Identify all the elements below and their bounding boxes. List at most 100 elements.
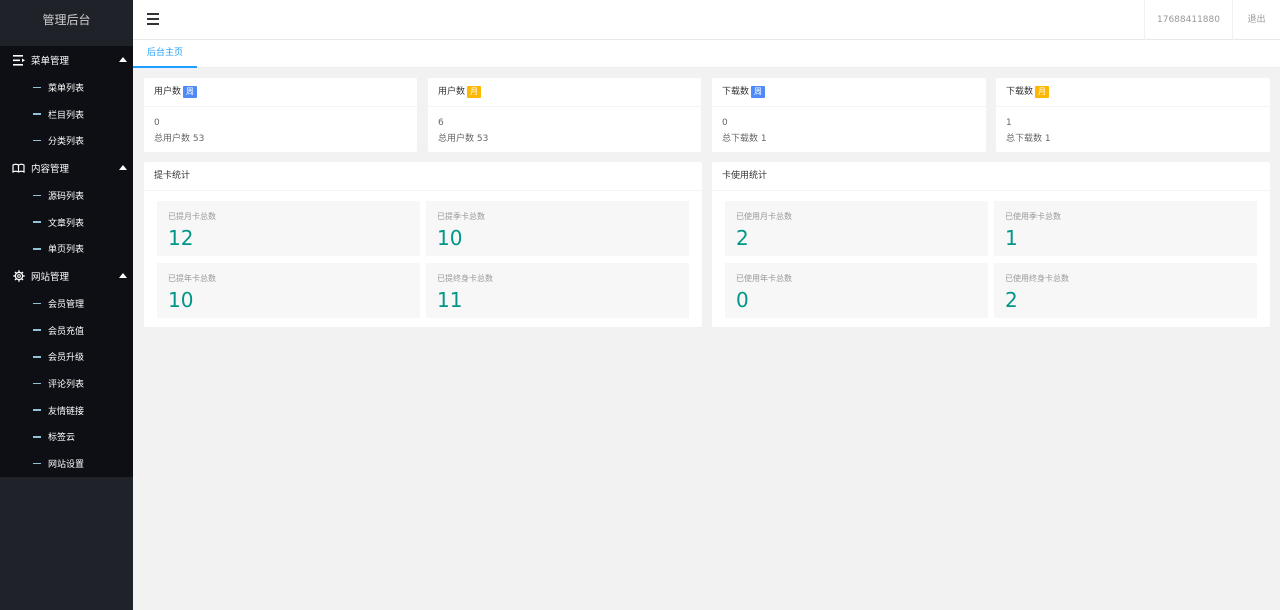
user-phone[interactable]: 17688411880 <box>1144 0 1233 40</box>
sidebar-item-label: 会员升级 <box>48 353 85 364</box>
dash-icon <box>33 356 41 358</box>
sidebar-item-label: 标签云 <box>48 433 76 444</box>
stat-box: 已使用月卡总数 2 <box>725 201 988 256</box>
dash-icon <box>33 248 41 250</box>
card-total: 总用户数 53 <box>154 134 205 144</box>
card-header: 下载数月 <box>996 78 1270 107</box>
sidebar-item-member-upgrade[interactable]: 会员升级 <box>0 344 133 371</box>
summary-card-users-month: 用户数月 6 总用户数 53 <box>428 78 701 152</box>
stat-label: 已提终身卡总数 <box>437 274 493 283</box>
stat-label: 已使用月卡总数 <box>736 212 792 221</box>
stat-box: 已提季卡总数 10 <box>426 201 689 256</box>
card-title: 卡使用统计 <box>722 170 768 181</box>
card-header: 用户数周 <box>144 78 417 107</box>
sidebar-item-source-list[interactable]: 源码列表 <box>0 182 133 209</box>
sidebar: 管理后台 菜单管理 菜单列表 栏目列表 分类列表 内容管理 源码列表 文章列表 … <box>0 0 133 610</box>
sidebar-item-comment-list[interactable]: 评论列表 <box>0 370 133 397</box>
sidebar-item-member-manage[interactable]: 会员管理 <box>0 290 133 317</box>
dash-icon <box>33 409 41 411</box>
sidebar-item-label: 分类列表 <box>48 137 85 148</box>
stat-value: 1 <box>1005 226 1018 250</box>
book-icon <box>12 162 25 175</box>
stat-value: 0 <box>736 288 749 312</box>
sidebar-group-site[interactable]: 网站管理 <box>0 262 133 290</box>
card-title: 用户数 <box>154 86 182 97</box>
card-value: 0 <box>722 118 728 128</box>
top-header: 17688411880 退出 <box>133 0 1280 40</box>
logout-link[interactable]: 退出 <box>1233 0 1280 40</box>
card-title: 下载数 <box>722 86 750 97</box>
sidebar-group-content[interactable]: 内容管理 <box>0 154 133 182</box>
dash-icon <box>33 436 41 438</box>
sidebar-item-label: 评论列表 <box>48 380 85 391</box>
stat-label: 已提季卡总数 <box>437 212 485 221</box>
dash-icon <box>33 462 41 465</box>
sidebar-item-menu-list[interactable]: 菜单列表 <box>0 74 133 101</box>
stat-value: 2 <box>736 226 749 250</box>
sidebar-item-member-recharge[interactable]: 会员充值 <box>0 317 133 344</box>
sidebar-item-label: 友情链接 <box>48 406 85 417</box>
card-header: 卡使用统计 <box>712 162 1270 191</box>
card-total: 总用户数 53 <box>438 134 489 144</box>
stat-box: 已使用终身卡总数 2 <box>994 263 1257 318</box>
stat-value: 10 <box>168 288 194 312</box>
withdraw-stats-card: 提卡统计 已提月卡总数 12 已提季卡总数 10 已提年卡总数 10 已提终身卡… <box>144 162 702 327</box>
sidebar-item-label: 网站设置 <box>48 460 85 471</box>
card-body: 1 总下载数 1 <box>996 107 1270 148</box>
dash-icon <box>33 86 41 89</box>
card-header: 下载数周 <box>712 78 986 107</box>
sidebar-item-label: 栏目列表 <box>48 110 85 121</box>
caret-up-icon <box>119 165 127 171</box>
stat-box: 已提月卡总数 12 <box>157 201 420 256</box>
summary-card-downloads-week: 下载数周 0 总下载数 1 <box>712 78 986 152</box>
sidebar-group-menu[interactable]: 菜单管理 <box>0 46 133 74</box>
stat-label: 已使用季卡总数 <box>1005 212 1061 221</box>
sidebar-menu: 菜单管理 菜单列表 栏目列表 分类列表 内容管理 源码列表 文章列表 单页列表 … <box>0 46 133 477</box>
sidebar-item-label: 文章列表 <box>48 218 85 229</box>
sidebar-item-label: 源码列表 <box>48 191 85 202</box>
summary-card-downloads-month: 下载数月 1 总下载数 1 <box>996 78 1270 152</box>
card-total: 总下载数 1 <box>1006 134 1051 144</box>
stat-value: 12 <box>168 226 194 250</box>
period-badge: 周 <box>751 86 766 98</box>
sidebar-item-label: 单页列表 <box>48 245 85 256</box>
stat-box: 已提终身卡总数 11 <box>426 263 689 318</box>
period-badge: 周 <box>183 86 198 98</box>
summary-card-users-week: 用户数周 0 总用户数 53 <box>144 78 417 152</box>
dash-icon <box>33 221 41 223</box>
sidebar-item-article-list[interactable]: 文章列表 <box>0 209 133 236</box>
stat-value: 2 <box>1005 288 1018 312</box>
dash-icon <box>33 329 41 331</box>
sidebar-logo[interactable]: 管理后台 <box>0 0 133 40</box>
card-total: 总下载数 1 <box>722 134 767 144</box>
sidebar-item-tag-cloud[interactable]: 标签云 <box>0 424 133 451</box>
sidebar-item-label: 菜单列表 <box>48 83 85 94</box>
dash-icon <box>33 139 41 142</box>
caret-up-icon <box>119 57 127 62</box>
stat-label: 已提月卡总数 <box>168 212 216 221</box>
card-body: 6 总用户数 53 <box>428 107 701 148</box>
caret-up-icon <box>119 273 127 279</box>
stat-box: 已使用季卡总数 1 <box>994 201 1257 256</box>
sidebar-item-page-list[interactable]: 单页列表 <box>0 235 133 262</box>
sidebar-group-label: 菜单管理 <box>31 56 70 67</box>
period-badge: 月 <box>1035 86 1050 98</box>
dash-icon <box>33 302 41 305</box>
sidebar-item-category-list[interactable]: 分类列表 <box>0 127 133 154</box>
stat-label: 已使用终身卡总数 <box>1005 274 1069 283</box>
sidebar-item-friend-links[interactable]: 友情链接 <box>0 397 133 424</box>
dash-icon <box>33 382 41 385</box>
sidebar-item-label: 会员管理 <box>48 299 85 310</box>
stat-label: 已提年卡总数 <box>168 274 216 283</box>
tab-home[interactable]: 后台主页 <box>133 40 197 68</box>
card-value: 0 <box>154 118 160 128</box>
hamburger-icon[interactable] <box>147 12 159 26</box>
stat-value: 10 <box>437 226 463 250</box>
stat-label: 已使用年卡总数 <box>736 274 792 283</box>
card-title: 提卡统计 <box>154 170 191 181</box>
sidebar-group-label: 网站管理 <box>31 272 70 284</box>
sidebar-item-column-list[interactable]: 栏目列表 <box>0 101 133 128</box>
sidebar-item-site-settings[interactable]: 网站设置 <box>0 450 133 477</box>
stat-box: 已提年卡总数 10 <box>157 263 420 318</box>
menu-list-icon <box>12 54 25 67</box>
